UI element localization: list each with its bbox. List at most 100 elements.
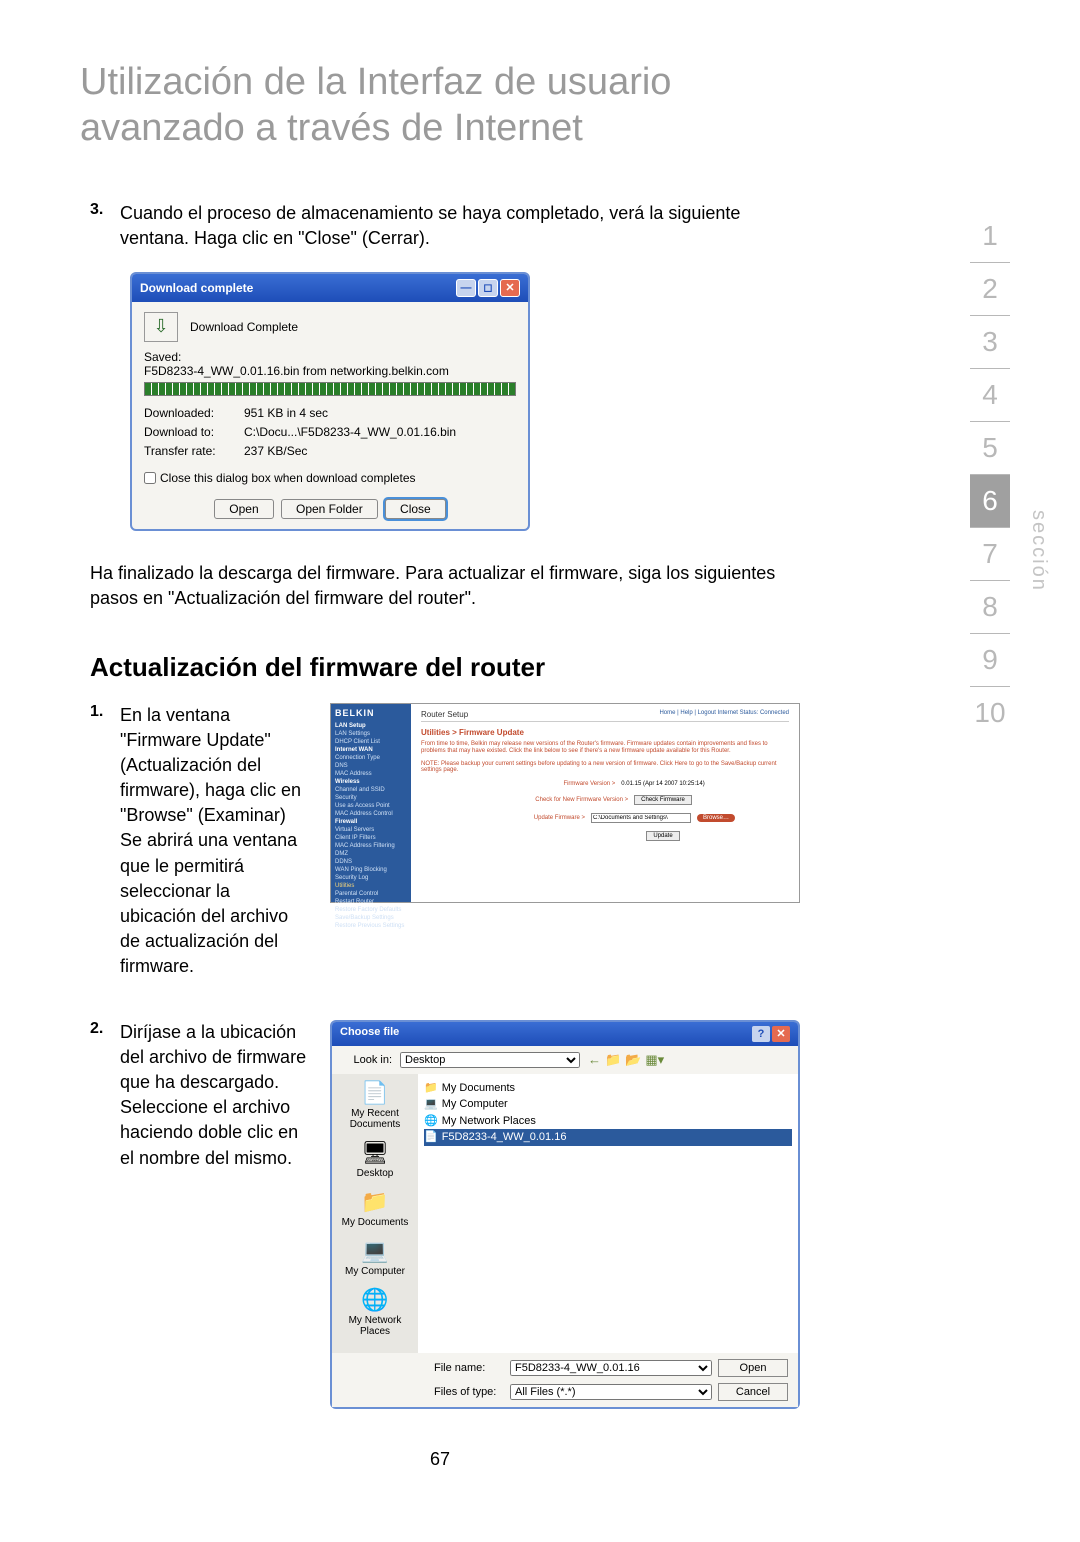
- back-icon[interactable]: ←: [588, 1052, 601, 1068]
- choose-file-dialog: Choose file ? ✕ Look in: Desktop ←: [330, 1020, 800, 1409]
- subheading: Actualización del firmware del router: [90, 652, 800, 683]
- open-file-button[interactable]: Open: [718, 1359, 788, 1377]
- sidebar-item[interactable]: Security: [335, 794, 407, 802]
- sidebar-item[interactable]: DMZ: [335, 850, 407, 858]
- check-fw-label: Check for New Firmware Version >: [518, 797, 628, 803]
- places-item[interactable]: 💻My Computer: [336, 1238, 414, 1277]
- step-text: Diríjase a la ubicación del archivo de f…: [120, 1020, 310, 1171]
- file-list-item[interactable]: 💻My Computer: [424, 1096, 792, 1113]
- filetype-select[interactable]: All Files (*.*): [510, 1384, 712, 1400]
- file-list[interactable]: 📁My Documents💻My Computer🌐My Network Pla…: [418, 1074, 798, 1353]
- firmware-body-text: From time to time, Belkin may release ne…: [421, 741, 789, 755]
- page-title: Utilización de la Interfaz de usuario av…: [80, 60, 820, 151]
- sidebar-item[interactable]: DDNS: [335, 858, 407, 866]
- sidebar-item[interactable]: Use as Access Point: [335, 802, 407, 810]
- close-button[interactable]: Close: [385, 499, 446, 519]
- update-fw-input[interactable]: [591, 813, 691, 823]
- dialog-title: Download complete: [140, 281, 253, 295]
- section-nav-item-7[interactable]: 7: [970, 528, 1010, 581]
- sidebar-item[interactable]: Channel and SSID: [335, 786, 407, 794]
- dialog-titlebar: Download complete — ◻ ✕: [132, 274, 528, 302]
- section-nav-item-1[interactable]: 1: [970, 210, 1010, 263]
- firmware-update-screenshot: BELKIN LAN SetupLAN SettingsDHCP Client …: [330, 703, 800, 903]
- section-nav-item-9[interactable]: 9: [970, 634, 1010, 687]
- sidebar-item[interactable]: Utilities: [335, 882, 407, 890]
- choose-file-title: Choose file: [340, 1026, 399, 1042]
- transfer-rate-label: Transfer rate:: [144, 442, 244, 461]
- sidebar-item[interactable]: MAC Address: [335, 770, 407, 778]
- sidebar-item[interactable]: DHCP Client List: [335, 738, 407, 746]
- sidebar-item[interactable]: Client IP Filters: [335, 834, 407, 842]
- sidebar-item[interactable]: MAC Address Control: [335, 810, 407, 818]
- section-nav-item-4[interactable]: 4: [970, 369, 1010, 422]
- section-nav: 12345678910 sección: [940, 210, 1040, 739]
- saved-filename: F5D8233-4_WW_0.01.16.bin from networking…: [144, 364, 516, 378]
- sidebar-item[interactable]: Firewall: [335, 818, 407, 826]
- fw-version-label: Firmware Version >: [505, 781, 615, 787]
- download-complete-text: Download Complete: [190, 320, 298, 334]
- page-number: 67: [80, 1449, 800, 1470]
- section-nav-item-2[interactable]: 2: [970, 263, 1010, 316]
- open-button[interactable]: Open: [214, 499, 273, 519]
- sidebar-item[interactable]: Save/Backup Settings: [335, 914, 407, 922]
- update-fw-label: Update Firmware >: [475, 815, 585, 821]
- close-chooser-button[interactable]: ✕: [772, 1026, 790, 1042]
- update-button[interactable]: Update: [646, 831, 679, 841]
- look-in-select[interactable]: Desktop: [400, 1052, 580, 1068]
- filename-select[interactable]: F5D8233-4_WW_0.01.16: [510, 1360, 712, 1376]
- section-nav-item-3[interactable]: 3: [970, 316, 1010, 369]
- look-in-label: Look in:: [342, 1054, 392, 1066]
- sidebar-item[interactable]: MAC Address Filtering: [335, 842, 407, 850]
- progress-bar: [144, 382, 516, 396]
- download-to-label: Download to:: [144, 423, 244, 442]
- step-text: En la ventana "Firmware Update" (Actuali…: [120, 703, 310, 980]
- sidebar-item[interactable]: Parental Control: [335, 890, 407, 898]
- places-item[interactable]: 📁My Documents: [336, 1189, 414, 1228]
- close-dialog-checkbox-label: Close this dialog box when download comp…: [160, 471, 416, 485]
- downloaded-value: 951 KB in 4 sec: [244, 404, 328, 423]
- section-nav-item-8[interactable]: 8: [970, 581, 1010, 634]
- open-folder-button[interactable]: Open Folder: [281, 499, 378, 519]
- download-icon: ⇩: [144, 312, 178, 342]
- sidebar-item[interactable]: Restart Router: [335, 898, 407, 906]
- firmware-note: NOTE: Please backup your current setting…: [421, 761, 789, 773]
- section-nav-item-10[interactable]: 10: [970, 687, 1010, 739]
- step-number: 1.: [80, 703, 120, 980]
- fw-version-value: 0.01.15 (Apr 14 2007 10:25:14): [621, 781, 704, 787]
- section-nav-item-6[interactable]: 6: [970, 475, 1010, 528]
- help-button[interactable]: ?: [752, 1026, 770, 1042]
- places-bar: 📄My Recent Documents 🖥Desktop 📁My Document…: [332, 1074, 418, 1353]
- sidebar-item[interactable]: Virtual Servers: [335, 826, 407, 834]
- new-folder-icon[interactable]: 📂: [625, 1052, 641, 1068]
- sidebar-item[interactable]: Restore Factory Defaults: [335, 906, 407, 914]
- file-list-item[interactable]: 📁My Documents: [424, 1080, 792, 1097]
- sidebar-item[interactable]: Restore Previous Settings: [335, 922, 407, 930]
- close-window-button[interactable]: ✕: [500, 279, 520, 297]
- step-number: 2.: [80, 1020, 120, 1171]
- close-dialog-checkbox[interactable]: [144, 472, 156, 484]
- sidebar-item[interactable]: DNS: [335, 762, 407, 770]
- places-item[interactable]: 🖥Desktop: [336, 1140, 414, 1179]
- up-icon[interactable]: 📁: [605, 1052, 621, 1068]
- browse-button[interactable]: Browse…: [697, 814, 735, 822]
- sidebar-item[interactable]: Wireless: [335, 778, 407, 786]
- filename-label: File name:: [434, 1362, 504, 1374]
- maximize-button[interactable]: ◻: [478, 279, 498, 297]
- file-list-item[interactable]: 🌐My Network Places: [424, 1113, 792, 1130]
- file-list-item[interactable]: 📄F5D8233-4_WW_0.01.16: [424, 1129, 792, 1146]
- check-firmware-button[interactable]: Check Firmware: [634, 795, 692, 805]
- sidebar-item[interactable]: Connection Type: [335, 754, 407, 762]
- sidebar-item[interactable]: Security Log: [335, 874, 407, 882]
- sidebar-item[interactable]: LAN Settings: [335, 730, 407, 738]
- filetype-label: Files of type:: [434, 1386, 504, 1398]
- step-number: 3.: [80, 201, 120, 251]
- places-item[interactable]: 📄My Recent Documents: [336, 1080, 414, 1130]
- places-item[interactable]: 🌐My Network Places: [336, 1287, 414, 1337]
- sidebar-item[interactable]: WAN Ping Blocking: [335, 866, 407, 874]
- view-menu-icon[interactable]: ▦▾: [645, 1052, 664, 1068]
- cancel-button[interactable]: Cancel: [718, 1383, 788, 1401]
- sidebar-item[interactable]: LAN Setup: [335, 722, 407, 730]
- sidebar-item[interactable]: Internet WAN: [335, 746, 407, 754]
- minimize-button[interactable]: —: [456, 279, 476, 297]
- section-nav-item-5[interactable]: 5: [970, 422, 1010, 475]
